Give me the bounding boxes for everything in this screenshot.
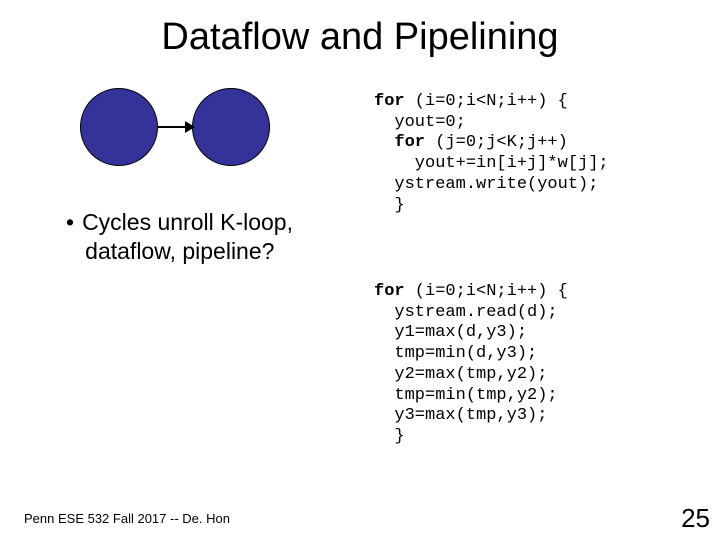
bullet-line1: Cycles unroll K-loop, bbox=[82, 209, 293, 235]
arrow-line bbox=[158, 126, 188, 128]
code-text: } bbox=[374, 196, 405, 215]
code-text: y2=max(tmp,y2); bbox=[374, 365, 547, 384]
bullet-dot-icon: • bbox=[66, 209, 74, 235]
code-text bbox=[374, 133, 394, 152]
code-text: (j=0;j<K;j++) bbox=[425, 133, 568, 152]
code-block-1: for (i=0;i<N;i++) { yout=0; for (j=0;j<K… bbox=[374, 92, 609, 216]
code-text: (i=0;i<N;i++) { bbox=[405, 282, 568, 301]
slide-title: Dataflow and Pipelining bbox=[0, 0, 720, 59]
keyword-for: for bbox=[374, 92, 405, 111]
node-right bbox=[192, 88, 270, 166]
code-text: ystream.read(d); bbox=[374, 303, 558, 322]
page-number: 25 bbox=[681, 503, 710, 534]
keyword-for: for bbox=[374, 282, 405, 301]
code-block-2: for (i=0;i<N;i++) { ystream.read(d); y1=… bbox=[374, 282, 568, 448]
keyword-for: for bbox=[394, 133, 425, 152]
code-text: y3=max(tmp,y3); bbox=[374, 406, 547, 425]
code-text: y1=max(d,y3); bbox=[374, 323, 527, 342]
code-text: ystream.write(yout); bbox=[374, 175, 598, 194]
code-text: yout=0; bbox=[374, 113, 466, 132]
code-text: (i=0;i<N;i++) { bbox=[405, 92, 568, 111]
dataflow-diagram bbox=[80, 88, 300, 178]
bullet-item: • Cycles unroll K-loop, dataflow, pipelin… bbox=[66, 208, 293, 266]
code-text: yout+=in[i+j]*w[j]; bbox=[374, 154, 609, 173]
code-text: tmp=min(d,y3); bbox=[374, 344, 537, 363]
footer-text: Penn ESE 532 Fall 2017 -- De. Hon bbox=[24, 511, 230, 526]
arrow-head-icon bbox=[185, 121, 195, 133]
bullet-line2: dataflow, pipeline? bbox=[85, 238, 274, 264]
node-left bbox=[80, 88, 158, 166]
code-text: tmp=min(tmp,y2); bbox=[374, 386, 558, 405]
code-text: } bbox=[374, 427, 405, 446]
